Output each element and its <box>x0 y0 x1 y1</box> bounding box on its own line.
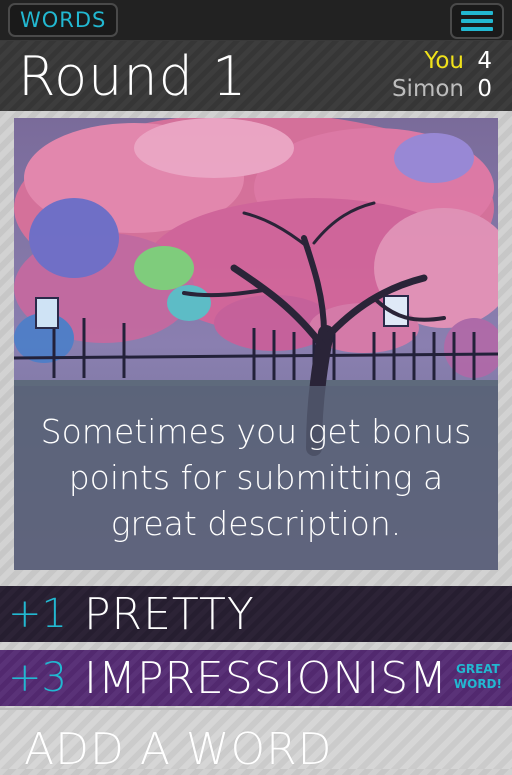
badge-line: GREAT <box>456 662 500 676</box>
add-word-label: ADD A WORD <box>24 724 333 775</box>
hamburger-icon-bar <box>461 19 493 23</box>
word-text: PRETTY <box>84 588 255 640</box>
word-points: +3 <box>8 655 67 701</box>
word-row[interactable]: +1 PRETTY <box>0 586 512 642</box>
player-score: 0 <box>477 76 492 102</box>
menu-button[interactable] <box>450 3 504 39</box>
top-bar: WORDS <box>0 0 512 41</box>
scoreboard: You 4 Simon 0 <box>392 47 492 103</box>
app-logo[interactable]: WORDS <box>8 3 119 37</box>
hamburger-icon-bar <box>461 27 493 31</box>
word-row[interactable]: +3 IMPRESSIONISM GREAT WORD! <box>0 650 512 706</box>
score-row-you: You 4 <box>392 47 492 75</box>
player-score: 4 <box>477 48 492 74</box>
hamburger-icon-bar <box>461 11 493 15</box>
player-name: Simon <box>391 76 464 102</box>
painting-card: Sometimes you get bonus points for submi… <box>14 118 498 570</box>
add-word-button[interactable]: ADD A WORD <box>0 708 512 775</box>
great-word-badge: GREAT WORD! <box>454 662 502 692</box>
word-points: +1 <box>8 591 67 637</box>
hint-caption: Sometimes you get bonus points for submi… <box>14 386 498 570</box>
word-text: IMPRESSIONISM <box>84 652 449 704</box>
player-name: You <box>424 48 464 74</box>
score-row-simon: Simon 0 <box>392 75 492 103</box>
round-title: Round 1 <box>18 45 248 108</box>
round-header: Round 1 You 4 Simon 0 <box>0 41 512 111</box>
badge-line: WORD! <box>453 677 502 691</box>
